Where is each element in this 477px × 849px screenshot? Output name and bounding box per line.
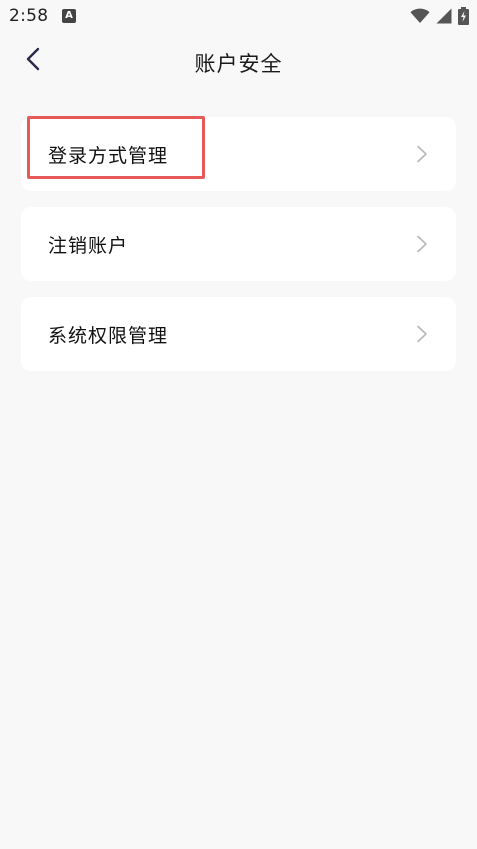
- status-icons: [410, 7, 469, 25]
- cancel-account-item[interactable]: 注销账户: [21, 207, 456, 281]
- page-title: 账户安全: [194, 52, 283, 76]
- menu-list: 登录方式管理 注销账户 系统权限管理: [21, 116, 456, 387]
- status-time: 2:58: [9, 6, 49, 26]
- screen: 2:58 A 账户安全 登录方式管理 注销账户 系统权限管理: [0, 0, 477, 849]
- menu-item-label: 系统权限管理: [48, 325, 169, 347]
- battery-charging-icon: [458, 7, 469, 25]
- status-bar: 2:58 A: [0, 0, 477, 32]
- menu-item-label: 登录方式管理: [48, 145, 169, 167]
- header: 账户安全: [0, 36, 477, 88]
- wifi-icon: [410, 8, 430, 24]
- signal-icon: [436, 8, 452, 24]
- chevron-right-icon: [416, 235, 428, 253]
- chevron-right-icon: [416, 145, 428, 163]
- login-method-management-item[interactable]: 登录方式管理: [21, 116, 456, 191]
- chevron-right-icon: [416, 325, 428, 343]
- bottom-edge: [0, 845, 477, 849]
- notification-app-icon: A: [62, 9, 76, 23]
- system-permission-management-item[interactable]: 系统权限管理: [21, 297, 456, 371]
- menu-item-label: 注销账户: [48, 235, 129, 257]
